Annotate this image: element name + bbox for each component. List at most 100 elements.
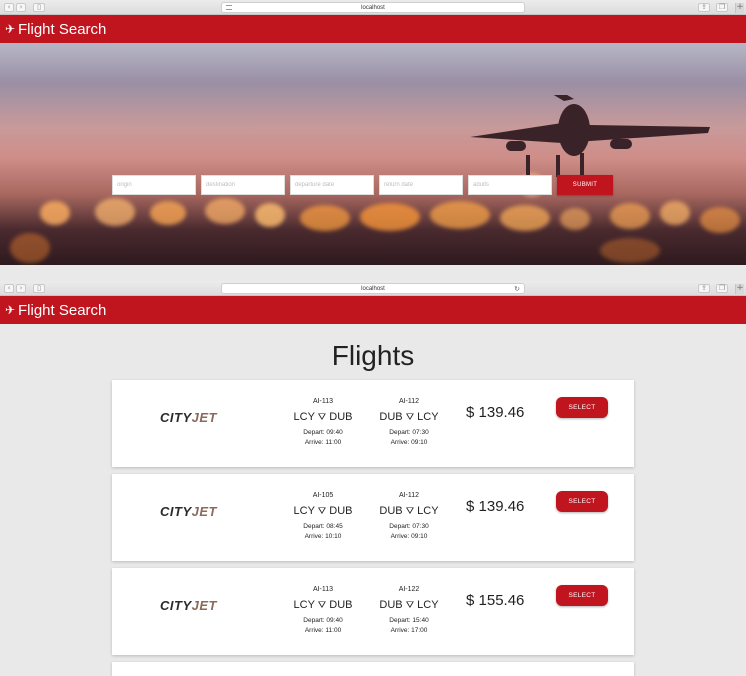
origin-code: DUB	[379, 599, 403, 611]
plane-departure-icon: ⛛	[317, 506, 327, 517]
flight-code: AI-112	[398, 492, 420, 499]
times: Depart: 09:40 Arrive: 11:00	[288, 428, 358, 448]
times: Depart: 07:30 Arrive: 09:10	[374, 428, 444, 448]
flight-card: CITYJET AI-113 LCY ⛛ DUB Depart: 09:40 Ar…	[112, 568, 634, 655]
route: LCY ⛛ DUB	[288, 505, 358, 517]
destination-code: DUB	[329, 599, 353, 611]
flight-code: AI-113	[312, 398, 334, 405]
tabs-icon[interactable]: ❐	[716, 3, 728, 12]
browser-toolbar-top: ‹ › ▯ localhost ⇪ ❐ +	[0, 0, 746, 15]
arrive-time: Arrive: 11:00	[304, 627, 342, 634]
arrive-time: Arrive: 09:10	[390, 533, 428, 540]
sidebar-icon[interactable]: ▯	[33, 284, 45, 293]
inbound-leg: AI-112 DUB ⛛ LCY Depart: 07:30 Arrive: 09…	[374, 492, 444, 542]
times: Depart: 08:45 Arrive: 10:10	[288, 522, 358, 542]
arrive-time: Arrive: 11:00	[304, 439, 342, 446]
airline-name: CITYJET	[160, 410, 217, 425]
share-icon[interactable]: ⇪	[698, 284, 710, 293]
depart-time: Depart: 09:40	[303, 617, 343, 624]
origin-code: DUB	[379, 411, 403, 423]
inbound-leg: AI-112 DUB ⛛ LCY Depart: 07:30 Arrive: 09…	[374, 398, 444, 448]
destination-code: LCY	[417, 505, 439, 517]
back-icon[interactable]: ‹	[4, 284, 14, 293]
airline-name: CITYJET	[160, 504, 217, 519]
price: $ 139.46	[466, 498, 525, 515]
window-gap	[0, 265, 746, 281]
search-form: SUBMIT	[112, 175, 613, 195]
airplane-icon: ✈	[4, 303, 16, 317]
inbound-leg: AI-122 DUB ⛛ LCY Depart: 15:40 Arrive: 17…	[374, 586, 444, 636]
share-icon[interactable]: ⇪	[698, 3, 710, 12]
page-title: Flights	[331, 340, 415, 371]
adults-input[interactable]	[468, 175, 552, 195]
address-bar[interactable]: localhost ↻	[221, 283, 525, 294]
airline-name: CITYJET	[160, 598, 217, 613]
select-button[interactable]: SELECT	[556, 491, 608, 512]
destination-input[interactable]	[201, 175, 285, 195]
depart-time: Depart: 07:30	[389, 429, 429, 436]
route: LCY ⛛ DUB	[288, 411, 358, 423]
flight-card-partial	[112, 662, 634, 676]
depart-time: Depart: 15:40	[389, 617, 429, 624]
route: DUB ⛛ LCY	[374, 599, 444, 611]
flight-card: CITYJET AI-105 LCY ⛛ DUB Depart: 08:45 Ar…	[112, 474, 634, 561]
app-header: ✈ Flight Search	[0, 15, 746, 43]
new-tab-icon[interactable]: +	[735, 3, 744, 13]
browser-toolbar-bottom: ‹ › ▯ localhost ↻ ⇪ ❐ +	[0, 281, 746, 296]
departure-date-input[interactable]	[290, 175, 374, 195]
depart-time: Depart: 08:45	[303, 523, 343, 530]
airplane-silhouette	[470, 95, 710, 177]
origin-code: LCY	[293, 411, 315, 423]
destination-code: LCY	[417, 599, 439, 611]
outbound-leg: AI-113 LCY ⛛ DUB Depart: 09:40 Arrive: 11…	[288, 586, 358, 636]
plane-departure-icon: ⛛	[317, 412, 327, 423]
times: Depart: 15:40 Arrive: 17:00	[374, 616, 444, 636]
airplane-icon: ✈	[4, 22, 16, 36]
submit-button[interactable]: SUBMIT	[557, 175, 613, 195]
app-header: ✈ Flight Search	[0, 296, 746, 324]
origin-input[interactable]	[112, 175, 196, 195]
app-title: Flight Search	[18, 301, 107, 319]
url-text: localhost	[361, 5, 385, 11]
tabs-icon[interactable]: ❐	[716, 284, 728, 293]
reader-icon[interactable]	[226, 5, 232, 10]
route: LCY ⛛ DUB	[288, 599, 358, 611]
return-date-input[interactable]	[379, 175, 463, 195]
flight-card: CITYJET AI-113 LCY ⛛ DUB Depart: 09:40 Ar…	[112, 380, 634, 467]
price: $ 155.46	[466, 592, 525, 609]
outbound-leg: AI-113 LCY ⛛ DUB Depart: 09:40 Arrive: 11…	[288, 398, 358, 448]
select-button[interactable]: SELECT	[556, 585, 608, 606]
origin-code: LCY	[293, 599, 315, 611]
address-bar[interactable]: localhost	[221, 2, 525, 13]
new-tab-icon[interactable]: +	[735, 284, 744, 294]
destination-code: DUB	[329, 505, 353, 517]
arrive-time: Arrive: 17:00	[390, 627, 428, 634]
route: DUB ⛛ LCY	[374, 411, 444, 423]
airline-logo: CITYJET	[160, 504, 217, 519]
select-button[interactable]: SELECT	[556, 397, 608, 418]
flight-code: AI-122	[398, 586, 420, 593]
times: Depart: 07:30 Arrive: 09:10	[374, 522, 444, 542]
hero-banner: SUBMIT	[0, 43, 746, 265]
airline-logo: CITYJET	[160, 410, 217, 425]
depart-time: Depart: 07:30	[389, 523, 429, 530]
forward-icon[interactable]: ›	[16, 3, 26, 12]
reload-icon[interactable]: ↻	[514, 284, 520, 294]
back-icon[interactable]: ‹	[4, 3, 14, 12]
url-text: localhost	[361, 286, 385, 292]
plane-departure-icon: ⛛	[405, 506, 415, 517]
plane-departure-icon: ⛛	[405, 600, 415, 611]
destination-code: LCY	[417, 411, 439, 423]
origin-code: DUB	[379, 505, 403, 517]
sidebar-icon[interactable]: ▯	[33, 3, 45, 12]
destination-code: DUB	[329, 411, 353, 423]
flight-code: AI-105	[312, 492, 334, 499]
app-title: Flight Search	[18, 20, 107, 38]
plane-departure-icon: ⛛	[405, 412, 415, 423]
arrive-time: Arrive: 10:10	[304, 533, 342, 540]
forward-icon[interactable]: ›	[16, 284, 26, 293]
airline-logo: CITYJET	[160, 598, 217, 613]
origin-code: LCY	[293, 505, 315, 517]
flight-code: AI-112	[398, 398, 420, 405]
outbound-leg: AI-105 LCY ⛛ DUB Depart: 08:45 Arrive: 10…	[288, 492, 358, 542]
